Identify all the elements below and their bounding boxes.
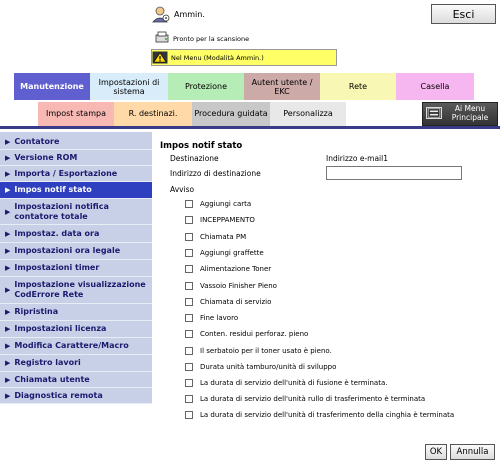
arrow-right-icon: ▶ bbox=[5, 286, 11, 294]
user-name: Ammin. bbox=[174, 10, 205, 19]
checkbox-row[interactable]: La durata di servizio dell'unità di fusi… bbox=[185, 379, 387, 387]
tab-system-settings[interactable]: Impostazioni di sistema bbox=[90, 73, 168, 101]
logout-button[interactable]: Esci bbox=[431, 4, 496, 24]
checkbox-row[interactable]: Durata unità tamburo/unità di sviluppo bbox=[185, 363, 336, 371]
checkbox-row[interactable]: Chiamata PM bbox=[185, 233, 246, 241]
arrow-right-icon: ▶ bbox=[5, 391, 11, 400]
checkbox-row[interactable]: La durata di servizio dell'unità di tras… bbox=[185, 411, 454, 419]
arrow-right-icon: ▶ bbox=[5, 342, 11, 350]
checkbox[interactable] bbox=[185, 314, 193, 322]
checkbox[interactable] bbox=[185, 265, 193, 273]
sidebar-item-timer[interactable]: ▶ Impostazioni timer bbox=[0, 260, 152, 277]
ok-button[interactable]: OK bbox=[425, 444, 447, 460]
arrow-right-icon: ▶ bbox=[5, 229, 11, 238]
address-label: Indirizzo di destinazione bbox=[170, 169, 261, 178]
header: Ammin. Esci Pronto per la scansione Nel … bbox=[0, 0, 500, 72]
checkbox[interactable] bbox=[185, 233, 193, 241]
scanner-ready-icon bbox=[155, 31, 169, 43]
checkbox-row[interactable]: Il serbatoio per il toner usato è pieno. bbox=[185, 347, 332, 355]
tab-user-auth[interactable]: Autent utente / EKC bbox=[244, 73, 320, 101]
arrow-right-icon: ▶ bbox=[5, 207, 11, 216]
notice-label: Avviso bbox=[170, 185, 195, 194]
sidebar-item-rom-version[interactable]: ▶ Versione ROM bbox=[0, 150, 152, 166]
checkbox-row[interactable]: Chiamata di servizio bbox=[185, 298, 271, 306]
warning-icon bbox=[152, 51, 168, 64]
device-status-text: Pronto per la scansione bbox=[173, 35, 250, 43]
checkbox-row[interactable]: Vassoio Finisher Pieno bbox=[185, 282, 277, 290]
checkbox[interactable] bbox=[185, 347, 193, 355]
checkbox-row[interactable]: Aggiungi graffette bbox=[185, 249, 264, 257]
sidebar-item-status-notification[interactable]: ▶ Impos notif stato bbox=[0, 182, 152, 199]
sidebar-item-counter[interactable]: ▶ Contatore bbox=[0, 134, 152, 150]
checkbox[interactable] bbox=[185, 249, 193, 257]
sidebar-item-job-log[interactable]: ▶ Registro lavori bbox=[0, 355, 152, 372]
checkbox[interactable] bbox=[185, 282, 193, 290]
arrow-right-icon: ▶ bbox=[5, 264, 11, 272]
sidebar-item-license[interactable]: ▶ Impostazioni licenza bbox=[0, 321, 152, 338]
arrow-right-icon: ▶ bbox=[5, 375, 11, 384]
sidebar-item-date-time[interactable]: ▶ Impostaz. data ora bbox=[0, 225, 152, 243]
sidebar-item-import-export[interactable]: ▶ Importa / Esportazione bbox=[0, 166, 152, 182]
admin-mode-text: Nel Menu (Modalità Ammin.) bbox=[171, 54, 264, 62]
sidebar-item-total-counter-notification[interactable]: ▶ Impostazioni notifica contatore totale bbox=[0, 199, 152, 225]
sidebar-item-remote-diagnostics[interactable]: ▶ Diagnostica remota bbox=[0, 388, 152, 404]
checkbox[interactable] bbox=[185, 363, 193, 371]
page-title: Impos notif stato bbox=[160, 141, 243, 151]
checkbox[interactable] bbox=[185, 216, 193, 224]
checkbox-row[interactable]: Alimentazione Toner bbox=[185, 265, 271, 273]
checkbox[interactable] bbox=[185, 200, 193, 208]
checkbox-row[interactable]: Conten. residui perforaz. pieno bbox=[185, 330, 308, 338]
arrow-right-icon: ▶ bbox=[5, 137, 11, 146]
sidebar-item-daylight-saving[interactable]: ▶ Impostazioni ora legale bbox=[0, 243, 152, 260]
tab-maintenance[interactable]: Manutenzione bbox=[14, 73, 90, 101]
checkbox[interactable] bbox=[185, 411, 193, 419]
tab-wizard[interactable]: Procedura guidata bbox=[192, 102, 270, 126]
arrow-right-icon: ▶ bbox=[5, 308, 11, 316]
tab-store-address[interactable]: R. destinazi. bbox=[114, 102, 192, 126]
checkbox-row[interactable]: Fine lavoro bbox=[185, 314, 238, 322]
tab-network[interactable]: Rete bbox=[320, 73, 396, 101]
arrow-right-icon: ▶ bbox=[5, 169, 11, 178]
sidebar-item-network-error-code[interactable]: ▶ Impostazione visualizzazione CodErrore … bbox=[0, 277, 152, 304]
arrow-right-icon: ▶ bbox=[5, 247, 11, 255]
arrow-right-icon: ▶ bbox=[5, 153, 11, 162]
arrow-right-icon: ▶ bbox=[5, 359, 11, 367]
destination-address-input[interactable] bbox=[326, 166, 462, 180]
sidebar-item-reset[interactable]: ▶ Ripristina bbox=[0, 304, 152, 321]
checkbox-row[interactable]: Aggiungi carta bbox=[185, 200, 251, 208]
sidebar-item-font-macro[interactable]: ▶ Modifica Carattere/Macro bbox=[0, 338, 152, 355]
checkbox[interactable] bbox=[185, 330, 193, 338]
arrow-right-icon: ▶ bbox=[5, 325, 11, 333]
sidebar-item-user-call[interactable]: ▶ Chiamata utente bbox=[0, 372, 152, 388]
main-menu-label: Ai Menu Principale bbox=[451, 104, 489, 122]
header-divider bbox=[0, 126, 500, 129]
admin-user-icon bbox=[152, 6, 170, 23]
destination-value: Indirizzo e-mail1 bbox=[326, 154, 388, 163]
tab-box[interactable]: Casella bbox=[396, 73, 474, 101]
cancel-button[interactable]: Annulla bbox=[450, 444, 495, 460]
tab-print-settings[interactable]: Impost stampa bbox=[38, 102, 114, 126]
checkbox[interactable] bbox=[185, 395, 193, 403]
tab-security[interactable]: Protezione bbox=[168, 73, 244, 101]
main-menu-icon bbox=[426, 107, 442, 119]
destination-label: Destinazione bbox=[170, 154, 219, 163]
checkbox-row[interactable]: La durata di servizio dell'unità rullo d… bbox=[185, 395, 425, 403]
checkbox[interactable] bbox=[185, 379, 193, 387]
checkbox-row[interactable]: INCEPPAMENTO bbox=[185, 216, 255, 224]
checkbox[interactable] bbox=[185, 298, 193, 306]
arrow-right-icon: ▶ bbox=[5, 186, 11, 194]
tab-customize[interactable]: Personalizza bbox=[270, 102, 346, 126]
